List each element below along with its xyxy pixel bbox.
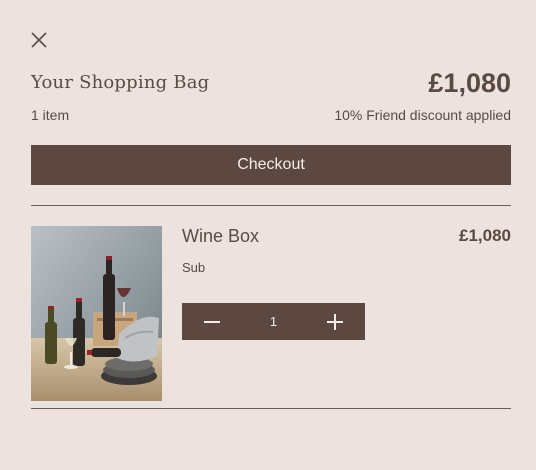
product-name[interactable]: Wine Box (182, 226, 259, 247)
divider (31, 408, 511, 409)
discount-note: 10% Friend discount applied (334, 107, 511, 123)
product-price: £1,080 (459, 226, 511, 245)
item-count: 1 item (31, 107, 70, 123)
close-button[interactable] (29, 30, 49, 50)
bag-total: £1,080 (428, 68, 511, 98)
minus-icon (204, 320, 220, 323)
quantity-stepper: 1 (182, 303, 365, 340)
wine-box-photo (31, 226, 162, 401)
page-title: Your Shopping Bag (31, 72, 210, 93)
decrease-quantity-button[interactable] (182, 303, 242, 340)
product-subtitle: Sub (182, 260, 206, 275)
close-icon (31, 32, 47, 48)
increase-quantity-button[interactable] (305, 303, 365, 340)
product-image[interactable] (31, 226, 162, 401)
checkout-button[interactable]: Checkout (31, 145, 511, 185)
quantity-value: 1 (269, 314, 278, 329)
plus-icon (327, 313, 343, 330)
divider (31, 205, 511, 206)
